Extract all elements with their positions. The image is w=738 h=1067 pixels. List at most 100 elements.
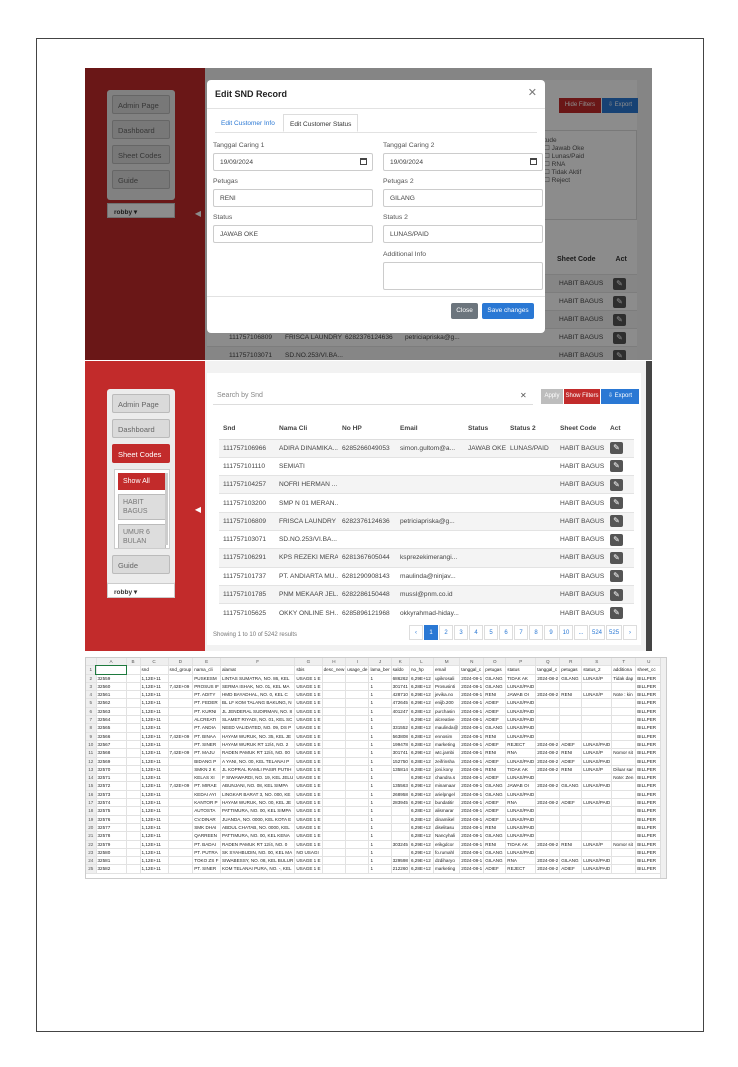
- sheet-cell[interactable]: nama_cli: [192, 665, 221, 675]
- sheet-cell[interactable]: 1,12E+11: [140, 831, 169, 841]
- sheet-cell[interactable]: 2024-08-1: [459, 848, 485, 858]
- sheet-cell[interactable]: [126, 848, 141, 858]
- sheet-cell[interactable]: 1,12E+11: [140, 848, 169, 858]
- sheet-cell[interactable]: [345, 732, 370, 741]
- sheet-cell[interactable]: [126, 740, 141, 750]
- sheet-cell[interactable]: REJECT: [505, 740, 537, 750]
- sheet-cell[interactable]: BILLPER: [635, 781, 663, 791]
- sheet-cell[interactable]: [391, 848, 410, 858]
- sheet-cell[interactable]: minamaar: [433, 781, 461, 791]
- sheet-cell[interactable]: 6,29E+12: [409, 840, 434, 849]
- sheet-cell[interactable]: USAGE 1 E: [294, 856, 323, 866]
- sheet-cell[interactable]: 2024-08-1: [459, 690, 485, 700]
- sheet-cell[interactable]: SMK DHAI: [192, 823, 221, 833]
- sheet-cell[interactable]: ennosim: [433, 732, 461, 741]
- sheet-cell[interactable]: RENI: [559, 748, 583, 758]
- sheet-cell[interactable]: [126, 798, 141, 808]
- sheet-cell[interactable]: 32569: [96, 757, 127, 766]
- sheet-cell[interactable]: JUANDA, NO. 0000, KEL KOTA E: [220, 815, 296, 824]
- sheet-cell[interactable]: 1,12E+11: [140, 715, 169, 725]
- sheet-cell[interactable]: ADIEF: [483, 798, 507, 808]
- close-button[interactable]: Close: [451, 303, 478, 319]
- table-row[interactable]: 111757101737 PT. ANDIARTA MU... 6281290908…: [219, 566, 634, 586]
- sheet-cell[interactable]: LUNAS/PAID: [581, 740, 613, 750]
- sheet-cell[interactable]: 1,12E+11: [140, 757, 169, 766]
- sheet-cell[interactable]: [168, 698, 194, 708]
- column-letter[interactable]: N: [459, 658, 485, 667]
- sheet-cell[interactable]: [535, 848, 561, 858]
- sheet-cell[interactable]: 6,29E+12: [409, 690, 434, 700]
- export-button[interactable]: ⇩ Export: [601, 389, 639, 404]
- sheet-cell[interactable]: 6,29E+12: [409, 781, 434, 791]
- sheet-cell[interactable]: 1,12E+11: [140, 864, 169, 874]
- calendar-icon[interactable]: [530, 158, 537, 165]
- sheet-cell[interactable]: [581, 682, 613, 692]
- sheet-cell[interactable]: [535, 815, 561, 824]
- sheet-cell[interactable]: [535, 806, 561, 816]
- sheet-cell[interactable]: USAGE 1 E: [294, 674, 323, 683]
- sheet-cell[interactable]: purchasin: [433, 707, 461, 717]
- sheet-cell[interactable]: Diluar sar: [611, 765, 637, 775]
- sheet-cell[interactable]: LINTAS SUMATRA, NO. 86, KEL: [220, 674, 296, 683]
- sheet-cell[interactable]: 2024-08-1: [459, 806, 485, 816]
- sheet-cell[interactable]: BILLPER: [635, 748, 663, 758]
- sheet-cell[interactable]: 1,12E+11: [140, 765, 169, 775]
- sheet-cell[interactable]: [611, 790, 637, 800]
- sheet-cell[interactable]: [322, 748, 347, 758]
- sheet-cell[interactable]: ADIEF: [483, 715, 507, 725]
- row-number[interactable]: 19: [86, 815, 97, 824]
- sheet-cell[interactable]: [391, 806, 410, 816]
- sheet-cell[interactable]: [611, 757, 637, 766]
- sheet-cell[interactable]: 2024-08-2: [535, 690, 561, 700]
- sheet-cell[interactable]: [391, 823, 410, 833]
- sheet-cell[interactable]: ADIEF: [483, 757, 507, 766]
- sheet-cell[interactable]: 2024-08-1: [459, 815, 485, 824]
- sheet-cell[interactable]: 2024-08-1: [459, 798, 485, 808]
- edit-icon[interactable]: ✎: [610, 533, 623, 546]
- table-row[interactable]: 111757101785 PNM MEKAAR JEL... 62822861504…: [219, 584, 634, 604]
- row-number[interactable]: 3: [86, 682, 97, 692]
- page-link[interactable]: 2: [439, 625, 453, 640]
- sheet-cell[interactable]: 1: [368, 765, 392, 775]
- sheet-cell[interactable]: USAGE 1 E: [294, 815, 323, 824]
- sheet-cell[interactable]: USAGE 1 E: [294, 773, 323, 783]
- sheet-cell[interactable]: 32567: [96, 740, 127, 750]
- sheet-cell[interactable]: [168, 806, 194, 816]
- sheet-cell[interactable]: LUNAS/P: [581, 674, 613, 683]
- table-row[interactable]: 111757105625 OKKY ONLINE SH... 62858961219…: [219, 603, 634, 622]
- table-row[interactable]: 111757106291 KPS REZEKI MERA... 6281367605…: [219, 548, 634, 568]
- sheet-cell[interactable]: GILANG: [559, 856, 583, 866]
- sheet-cell[interactable]: USAGE 1 E: [294, 790, 323, 800]
- sheet-cell[interactable]: 6,29E+12: [409, 674, 434, 683]
- sheet-cell[interactable]: USAGE 1 E: [294, 707, 323, 717]
- sheet-cell[interactable]: 32568: [96, 748, 127, 758]
- sheet-cell[interactable]: BILLPER: [635, 690, 663, 700]
- sheet-cell[interactable]: BILLPER: [635, 682, 663, 692]
- sheet-cell[interactable]: [345, 806, 370, 816]
- sheet-cell[interactable]: 1,12E+11: [140, 856, 169, 866]
- sheet-cell[interactable]: 2024-08-1: [459, 823, 485, 833]
- sheet-cell[interactable]: Nancyhali: [433, 831, 461, 841]
- sheet-cell[interactable]: 1: [368, 815, 392, 824]
- sheet-cell[interactable]: LUNAS/PAID: [505, 723, 537, 733]
- sheet-cell[interactable]: 1: [368, 698, 392, 708]
- sheet-cell[interactable]: Nomor sit: [611, 748, 637, 758]
- sheet-cell[interactable]: [535, 715, 561, 725]
- sheet-cell[interactable]: [168, 864, 194, 874]
- page-link[interactable]: 4: [469, 625, 483, 640]
- sheet-cell[interactable]: [168, 757, 194, 766]
- sheet-cell[interactable]: [611, 723, 637, 733]
- row-number[interactable]: 20: [86, 823, 97, 833]
- sheet-cell[interactable]: 686262: [391, 674, 410, 683]
- sheet-cell[interactable]: RADEN PAMUK RT 12/4, NO. 0: [220, 840, 296, 849]
- sheet-cell[interactable]: 1: [368, 674, 392, 683]
- sheet-cell[interactable]: email: [433, 665, 461, 675]
- sheet-cell[interactable]: USAGE 1 E: [294, 698, 323, 708]
- sheet-cell[interactable]: [611, 781, 637, 791]
- sheet-cell[interactable]: [126, 815, 141, 824]
- sheet-cell[interactable]: [611, 831, 637, 841]
- sheet-cell[interactable]: AUTOSTA: [192, 806, 221, 816]
- sheet-cell[interactable]: 6,28E+12: [409, 831, 434, 841]
- page-link[interactable]: ...: [574, 625, 588, 640]
- sheet-cell[interactable]: [322, 674, 347, 683]
